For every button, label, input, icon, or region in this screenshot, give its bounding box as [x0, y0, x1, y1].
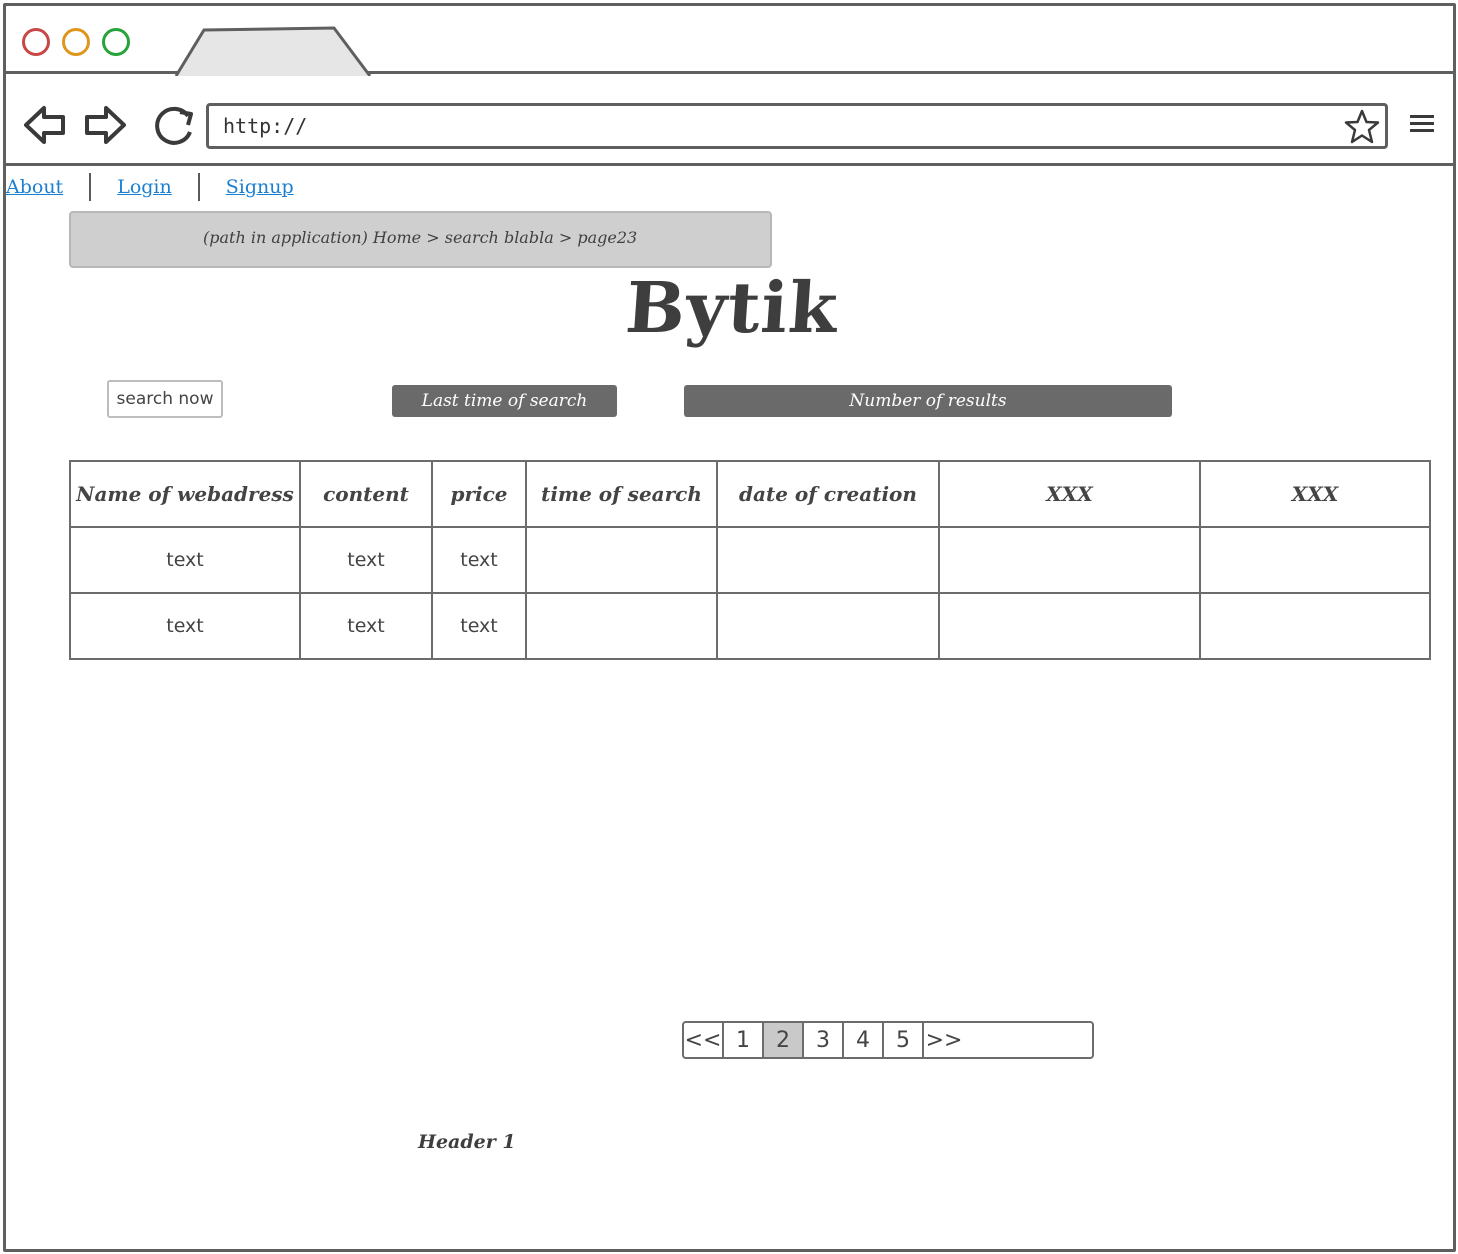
pagination-first-button[interactable]: <<	[684, 1023, 724, 1057]
link-divider	[89, 173, 92, 201]
table-cell: text	[299, 592, 433, 660]
pagination: << 1 2 3 4 5 >>	[682, 1021, 1094, 1059]
url-text: http://	[223, 114, 308, 138]
table-row[interactable]: text text text	[69, 592, 1431, 660]
pagination-page-4[interactable]: 4	[844, 1023, 884, 1057]
close-window-icon[interactable]	[22, 28, 50, 56]
pagination-page-5[interactable]: 5	[884, 1023, 924, 1057]
tab-bar	[6, 6, 1453, 76]
browser-tab[interactable]	[174, 26, 372, 76]
column-header-name[interactable]: Name of webadress	[69, 460, 301, 528]
about-link[interactable]: About	[6, 176, 63, 198]
table-cell: text	[431, 592, 527, 660]
table-row[interactable]: text text text	[69, 526, 1431, 594]
results-table: Name of webadress content price time of …	[69, 460, 1431, 660]
table-cell	[938, 526, 1201, 594]
table-cell	[525, 592, 718, 660]
reload-icon[interactable]	[150, 102, 198, 150]
table-cell: text	[431, 526, 527, 594]
column-header-xxx[interactable]: XXX	[938, 460, 1201, 528]
url-bar[interactable]: http://	[206, 103, 1388, 149]
maximize-window-icon[interactable]	[102, 28, 130, 56]
back-arrow-icon[interactable]	[22, 102, 68, 148]
column-header-time-of-search[interactable]: time of search	[525, 460, 718, 528]
column-header-content[interactable]: content	[299, 460, 433, 528]
footer-heading: Header 1	[418, 1131, 516, 1153]
table-cell	[525, 526, 718, 594]
pagination-last-button[interactable]: >>	[924, 1023, 964, 1057]
pagination-page-2[interactable]: 2	[764, 1023, 804, 1057]
pagination-page-1[interactable]: 1	[724, 1023, 764, 1057]
address-toolbar: http://	[6, 74, 1453, 166]
table-header-row: Name of webadress content price time of …	[69, 460, 1431, 528]
column-header-date-of-creation[interactable]: date of creation	[716, 460, 940, 528]
table-cell	[716, 592, 940, 660]
login-link[interactable]: Login	[117, 176, 172, 198]
browser-window: http:// About Login Signup (path in appl…	[3, 3, 1456, 1252]
minimize-window-icon[interactable]	[62, 28, 90, 56]
table-cell: text	[69, 526, 301, 594]
table-cell: text	[69, 592, 301, 660]
page-title: Bytik	[623, 266, 842, 349]
breadcrumb-text[interactable]: (path in application) Home > search blab…	[203, 228, 637, 247]
table-cell	[716, 526, 940, 594]
link-divider	[197, 173, 200, 201]
hamburger-menu-icon[interactable]	[1408, 112, 1436, 136]
breadcrumb: (path in application) Home > search blab…	[69, 211, 772, 268]
table-cell	[938, 592, 1201, 660]
table-cell	[1199, 592, 1431, 660]
pagination-page-3[interactable]: 3	[804, 1023, 844, 1057]
column-header-xxx[interactable]: XXX	[1199, 460, 1431, 528]
number-of-results-label: Number of results	[684, 385, 1172, 417]
column-header-price[interactable]: price	[431, 460, 527, 528]
forward-arrow-icon[interactable]	[82, 102, 128, 148]
table-cell: text	[299, 526, 433, 594]
search-now-button[interactable]: search now	[107, 380, 223, 418]
table-cell	[1199, 526, 1431, 594]
last-time-of-search-label: Last time of search	[392, 385, 617, 417]
signup-link[interactable]: Signup	[226, 176, 294, 198]
top-links: About Login Signup	[6, 172, 294, 202]
bookmark-star-icon[interactable]	[1343, 108, 1381, 146]
